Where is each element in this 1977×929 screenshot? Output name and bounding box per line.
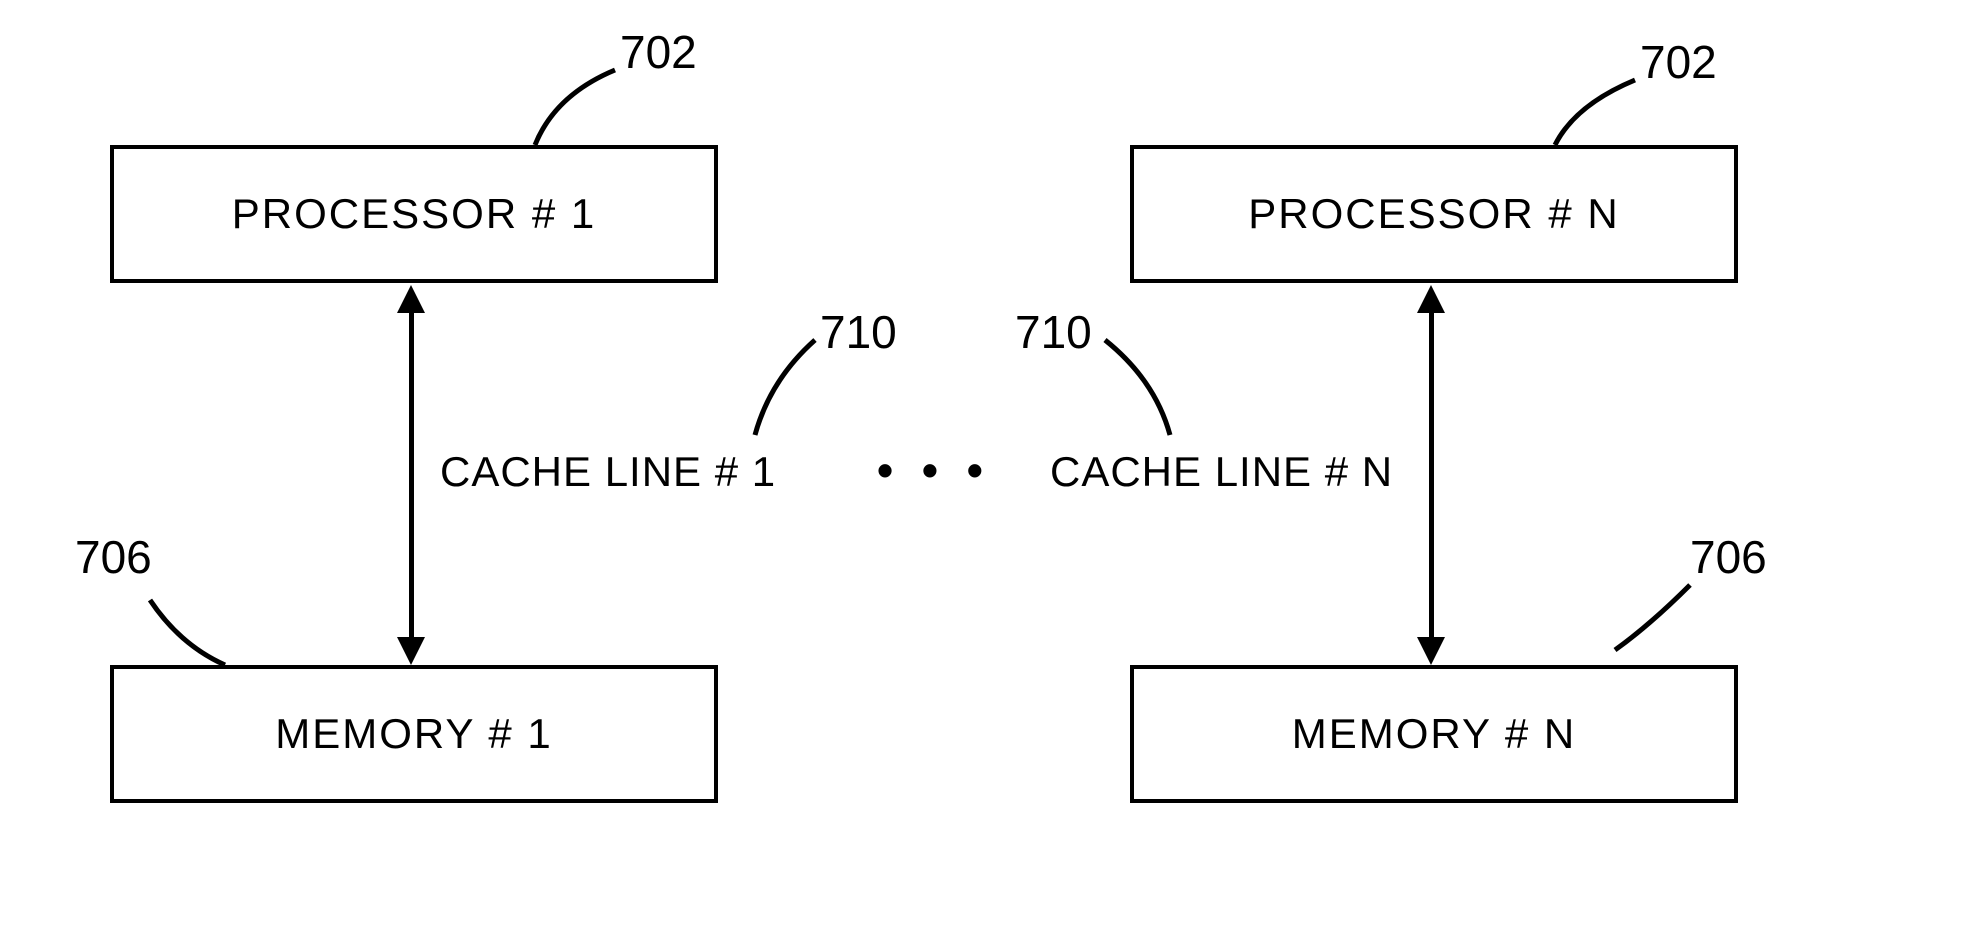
processor-n-label: PROCESSOR # N [1248, 190, 1619, 238]
ref-procN: 702 [1640, 35, 1717, 89]
processor-n-box: PROCESSOR # N [1130, 145, 1738, 283]
memory-1-box: MEMORY # 1 [110, 665, 718, 803]
cache-line-1-label: CACHE LINE # 1 [440, 448, 776, 496]
cache-line-n-label: CACHE LINE # N [1050, 448, 1393, 496]
ref-cacheN: 710 [1015, 305, 1092, 359]
ref-memN: 706 [1690, 530, 1767, 584]
ref-mem1: 706 [75, 530, 152, 584]
ref-cache1: 710 [820, 305, 897, 359]
processor-1-label: PROCESSOR # 1 [232, 190, 596, 238]
memory-1-label: MEMORY # 1 [275, 710, 553, 758]
diagram-root: 702 702 710 710 706 706 PROCESSOR # 1 PR… [0, 0, 1977, 929]
memory-n-label: MEMORY # N [1292, 710, 1577, 758]
memory-n-box: MEMORY # N [1130, 665, 1738, 803]
ref-proc1: 702 [620, 25, 697, 79]
processor-1-box: PROCESSOR # 1 [110, 145, 718, 283]
ellipsis: • • • [877, 443, 991, 497]
